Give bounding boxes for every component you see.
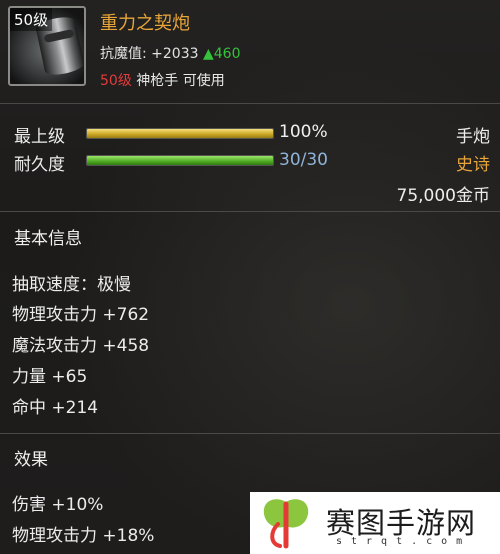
item-tooltip-panel: 50级 重力之契炮 抗魔值: +2033 ▲460 50级 神枪手 可使用 最上… <box>0 0 500 554</box>
basic-info-title: 基本信息 <box>14 229 82 249</box>
item-level-badge: 50级 <box>10 8 53 31</box>
grade-bar <box>86 128 274 139</box>
anti-magic-increase: ▲460 <box>202 46 241 62</box>
weapon-type: 手炮 <box>456 127 490 147</box>
item-header: 50级 重力之契炮 抗魔值: +2033 ▲460 50级 神枪手 可使用 <box>0 0 500 100</box>
anti-magic-stat: 抗魔值: +2033 ▲460 <box>100 43 240 63</box>
required-level: 50级 <box>100 73 132 89</box>
watermark-subtext: strqt.com <box>336 536 472 547</box>
requirement-line: 50级 神枪手 可使用 <box>100 70 225 90</box>
price-label: 75,000金币 <box>396 186 490 206</box>
item-name: 重力之契炮 <box>100 13 190 34</box>
hand-cannon-icon[interactable]: 50级 <box>8 6 86 86</box>
divider <box>0 103 500 104</box>
durability-value: 30/30 <box>279 150 328 170</box>
rarity-label: 史诗 <box>456 155 490 175</box>
grade-bar-fill <box>87 129 273 138</box>
durability-label: 耐久度 <box>14 155 65 175</box>
anti-magic-label: 抗魔值: <box>100 46 147 62</box>
effect-physical-attack: 物理攻击力 +18% <box>12 526 155 546</box>
divider <box>0 433 500 434</box>
grade-value: 100% <box>279 122 328 142</box>
attr-physical-attack: 物理攻击力 +762 <box>12 305 150 325</box>
attr-hit-rate: 命中 +214 <box>12 398 99 418</box>
attr-strength: 力量 +65 <box>12 367 88 387</box>
effects-title: 效果 <box>14 450 48 470</box>
attr-draw-speed: 抽取速度：极慢 <box>12 275 131 295</box>
durability-bar-fill <box>87 156 273 165</box>
durability-bar <box>86 155 274 166</box>
grade-label: 最上级 <box>14 127 65 147</box>
site-watermark: 赛图手游网 strqt.com <box>250 492 500 554</box>
site-logo-icon <box>263 499 309 549</box>
effect-damage: 伤害 +10% <box>12 495 104 515</box>
required-class: 神枪手 可使用 <box>136 73 225 89</box>
attr-magic-attack: 魔法攻击力 +458 <box>12 336 150 356</box>
divider <box>0 211 500 212</box>
anti-magic-value: +2033 <box>151 46 199 62</box>
